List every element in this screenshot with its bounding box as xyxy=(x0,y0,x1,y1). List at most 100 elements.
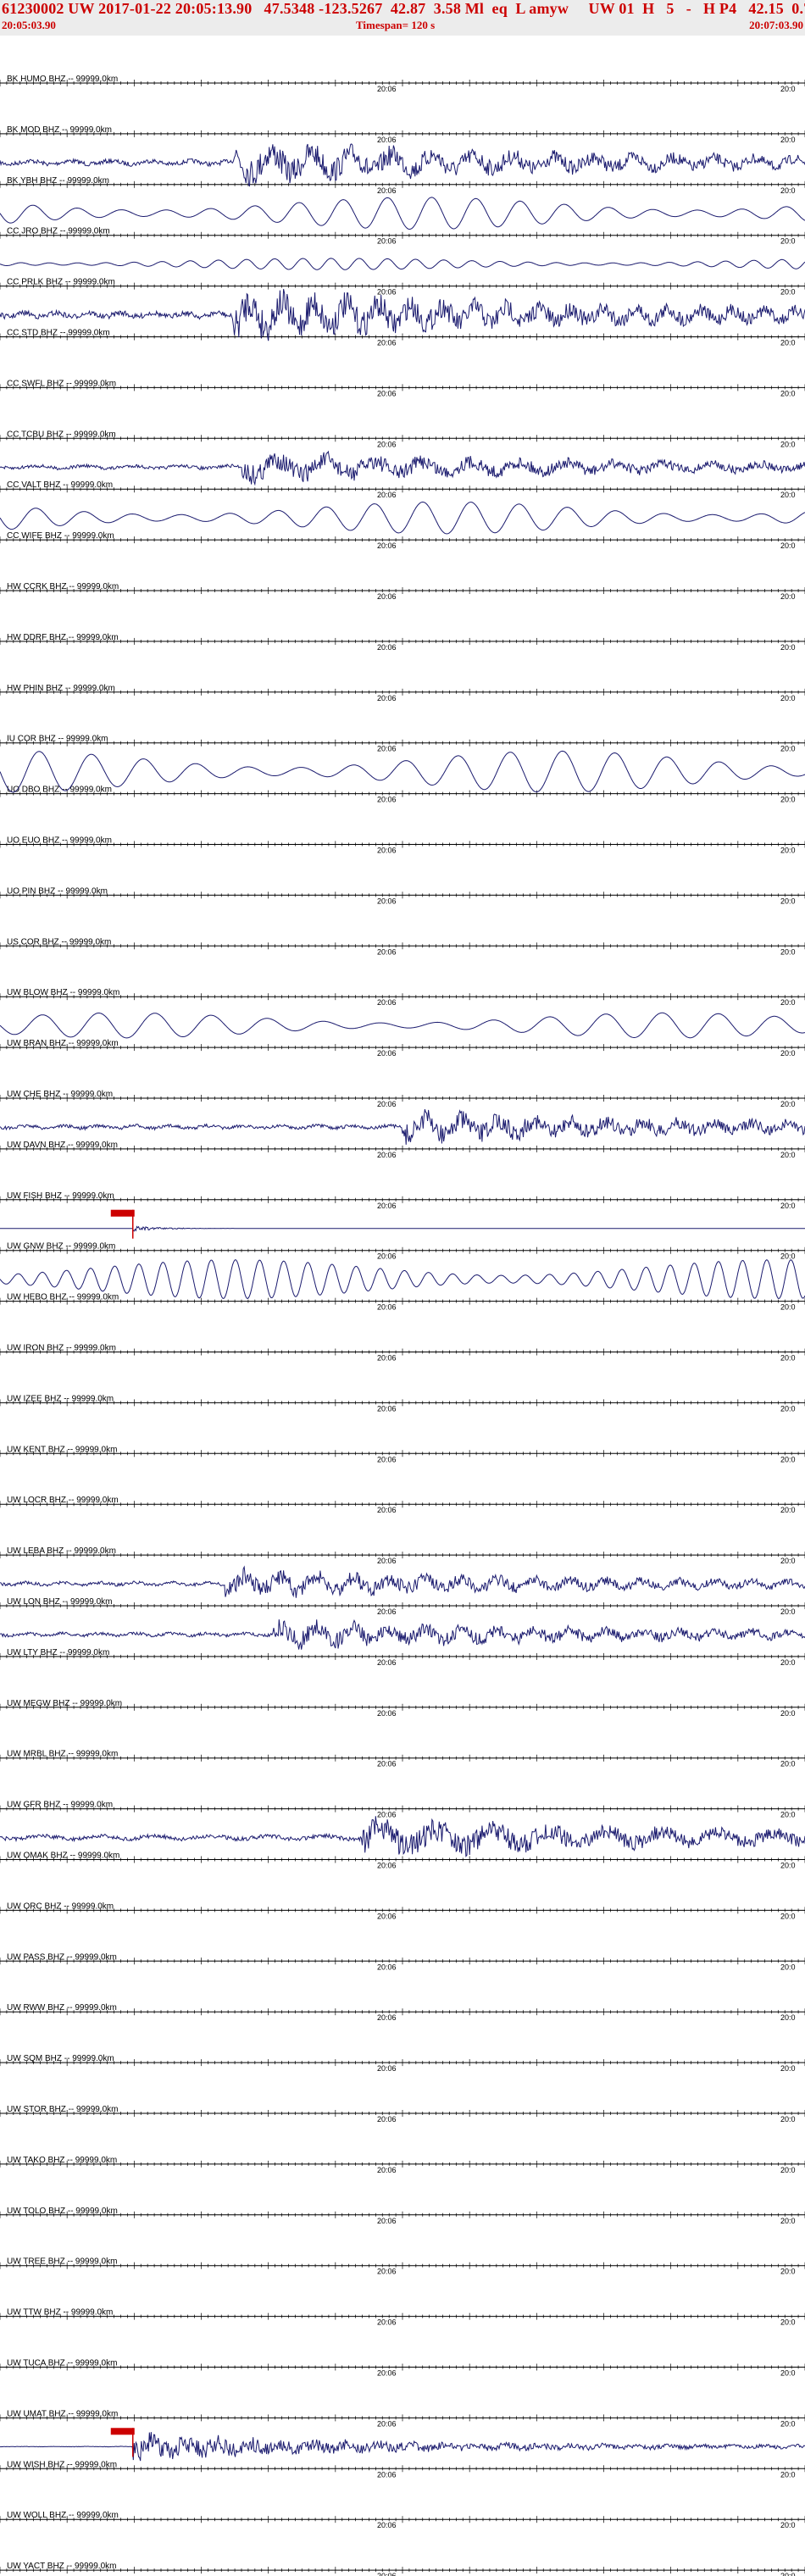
axis-tick-label: 20:06 xyxy=(377,186,397,195)
axis-tick-label: 20:06 xyxy=(377,1557,397,1565)
axis-tick-label: 20:06 xyxy=(377,1963,397,1971)
axis-tick-label: 20:06 xyxy=(377,1151,397,1159)
channel-label: CC VALT BHZ -- 99999.0km xyxy=(7,480,113,490)
channel-label: UW LOCR BHZ -- 99999.0km xyxy=(7,1496,119,1505)
channel-label: BK MOD BHZ -- 99999.0km xyxy=(7,125,112,135)
trace-line xyxy=(0,1225,805,1232)
channel-label: CC PRLK BHZ -- 99999.0km xyxy=(7,278,115,287)
axis-tick-label: 20:06 xyxy=(377,847,397,855)
axis-tick-label: 20:0 xyxy=(780,998,796,1007)
axis-tick-label: 20:06 xyxy=(377,796,397,804)
trace-line xyxy=(0,288,805,341)
trace-line xyxy=(0,450,805,486)
trace-line xyxy=(0,197,805,230)
axis-tick-label: 20:0 xyxy=(780,1404,796,1413)
axis-tick-label: 20:0 xyxy=(780,1760,796,1768)
axis-tick-label: 20:06 xyxy=(377,1354,397,1363)
channel-label: UW LON BHZ -- 99999.0km xyxy=(7,1597,112,1607)
trace-line xyxy=(0,1816,805,1857)
channel-label: HW PHIN BHZ -- 99999.0km xyxy=(7,684,115,693)
axis-tick-label: 20:06 xyxy=(377,339,397,347)
axis-tick-label: 20:0 xyxy=(780,796,796,804)
axis-tick-label: 20:06 xyxy=(377,1303,397,1312)
channel-label: UW HEBO BHZ -- 99999.0km xyxy=(7,1293,119,1302)
channel-label: UW BLOW BHZ -- 99999.0km xyxy=(7,988,119,997)
axis-tick-label: 20:0 xyxy=(780,1455,796,1463)
trace-line xyxy=(0,143,805,187)
channel-label: HW DDRF BHZ -- 99999.0km xyxy=(7,633,119,642)
axis-tick-label: 20:06 xyxy=(377,1862,397,1870)
axis-tick-label: 20:0 xyxy=(780,2013,796,2022)
axis-tick-label: 20:06 xyxy=(377,1811,397,1819)
axis-tick-label: 20:0 xyxy=(780,643,796,652)
axis-tick-label: 20:06 xyxy=(377,1049,397,1058)
axis-tick-label: 20:06 xyxy=(377,745,397,753)
axis-tick-label: 20:06 xyxy=(377,1506,397,1514)
axis-tick-label: 20:06 xyxy=(377,1607,397,1616)
axis-tick-label: 20:0 xyxy=(780,339,796,347)
seismogram-plot: 20:06 20:0 BK HUMO BHZ -- 99999.0km 20:06 20… xyxy=(0,75,805,2576)
axis-tick-label: 20:0 xyxy=(780,1506,796,1514)
axis-tick-label: 20:0 xyxy=(780,1252,796,1261)
axis-tick-label: 20:0 xyxy=(780,1709,796,1718)
axis-tick-label: 20:0 xyxy=(780,1607,796,1616)
channel-label: CC JRO BHZ -- 99999.0km xyxy=(7,227,110,236)
axis-tick-label: 20:06 xyxy=(377,1912,397,1920)
axis-tick-label: 20:0 xyxy=(780,541,796,550)
axis-tick-label: 20:0 xyxy=(780,1151,796,1159)
channel-label: UW OMAK BHZ -- 99999.0km xyxy=(7,1852,119,1861)
channel-label: CC STD BHZ -- 99999.0km xyxy=(7,329,110,338)
trace-line xyxy=(0,1259,805,1300)
channel-label: UW DAVN BHZ -- 99999.0km xyxy=(7,1141,118,1150)
trace-line xyxy=(0,1618,805,1650)
axis-tick-label: 20:0 xyxy=(780,288,796,297)
channel-label: CC SWFL BHZ -- 99999.0km xyxy=(7,379,116,388)
axis-tick-label: 20:0 xyxy=(780,592,796,601)
axis-tick-label: 20:0 xyxy=(780,745,796,753)
channel-label: UW IRON BHZ -- 99999.0km xyxy=(7,1344,116,1353)
axis-tick-label: 20:06 xyxy=(377,694,397,702)
channel-label: CC WIFE BHZ -- 99999.0km xyxy=(7,531,114,541)
axis-tick-label: 20:06 xyxy=(377,1100,397,1108)
channel-label: UW MRBL BHZ -- 99999.0km xyxy=(7,1750,118,1759)
axis-tick-label: 20:0 xyxy=(780,1202,796,1210)
axis-tick-label: 20:0 xyxy=(780,1811,796,1819)
channel-label: UW KENT BHZ -- 99999.0km xyxy=(7,1445,117,1454)
axis-tick-label: 20:06 xyxy=(377,1202,397,1210)
trace-line xyxy=(0,1108,805,1145)
axis-tick-label: 20:06 xyxy=(377,136,397,144)
axis-tick-label: 20:0 xyxy=(780,1658,796,1667)
channel-label: BK HUMO BHZ -- 99999.0km xyxy=(7,75,118,84)
axis-tick-label: 20:0 xyxy=(780,440,796,448)
channel-label: UW LEBA BHZ -- 99999.0km xyxy=(7,1546,116,1556)
axis-tick-label: 20:06 xyxy=(377,643,397,652)
axis-tick-label: 20:06 xyxy=(377,440,397,448)
channel-label: UW FISH BHZ -- 99999.0km xyxy=(7,1191,114,1201)
trace-line xyxy=(0,1012,805,1039)
channel-label: UW ORC BHZ -- 99999.0km xyxy=(7,1901,114,1911)
axis-tick-label: 20:0 xyxy=(780,1100,796,1108)
axis-tick-label: 20:06 xyxy=(377,1709,397,1718)
trace-line xyxy=(0,1565,805,1598)
axis-tick-label: 20:06 xyxy=(377,237,397,246)
channel-label: UO PIN BHZ -- 99999.0km xyxy=(7,886,108,896)
trace-line xyxy=(0,750,805,793)
axis-tick-label: 20:0 xyxy=(780,85,796,93)
axis-tick-label: 20:0 xyxy=(780,694,796,702)
axis-tick-label: 20:0 xyxy=(780,1354,796,1363)
channel-label: UW RWW BHZ -- 99999.0km xyxy=(7,2003,117,2012)
axis-tick-label: 20:0 xyxy=(780,1963,796,1971)
axis-tick-label: 20:06 xyxy=(377,541,397,550)
channel-label: US COR BHZ -- 99999.0km xyxy=(7,937,111,947)
axis-tick-label: 20:06 xyxy=(377,1658,397,1667)
axis-tick-label: 20:06 xyxy=(377,288,397,297)
channel-label: UW GNW BHZ -- 99999.0km xyxy=(7,1242,115,1252)
axis-tick-label: 20:0 xyxy=(780,186,796,195)
axis-tick-label: 20:0 xyxy=(780,1049,796,1058)
axis-tick-label: 20:06 xyxy=(377,2013,397,2022)
axis-tick-label: 20:0 xyxy=(780,1303,796,1312)
channel-label: UW IZEE BHZ -- 99999.0km xyxy=(7,1394,114,1403)
channel-label: HW CCRK BHZ -- 99999.0km xyxy=(7,582,119,591)
axis-tick-label: 20:0 xyxy=(780,491,796,499)
channel-label: UW LTY BHZ -- 99999.0km xyxy=(7,1648,109,1657)
